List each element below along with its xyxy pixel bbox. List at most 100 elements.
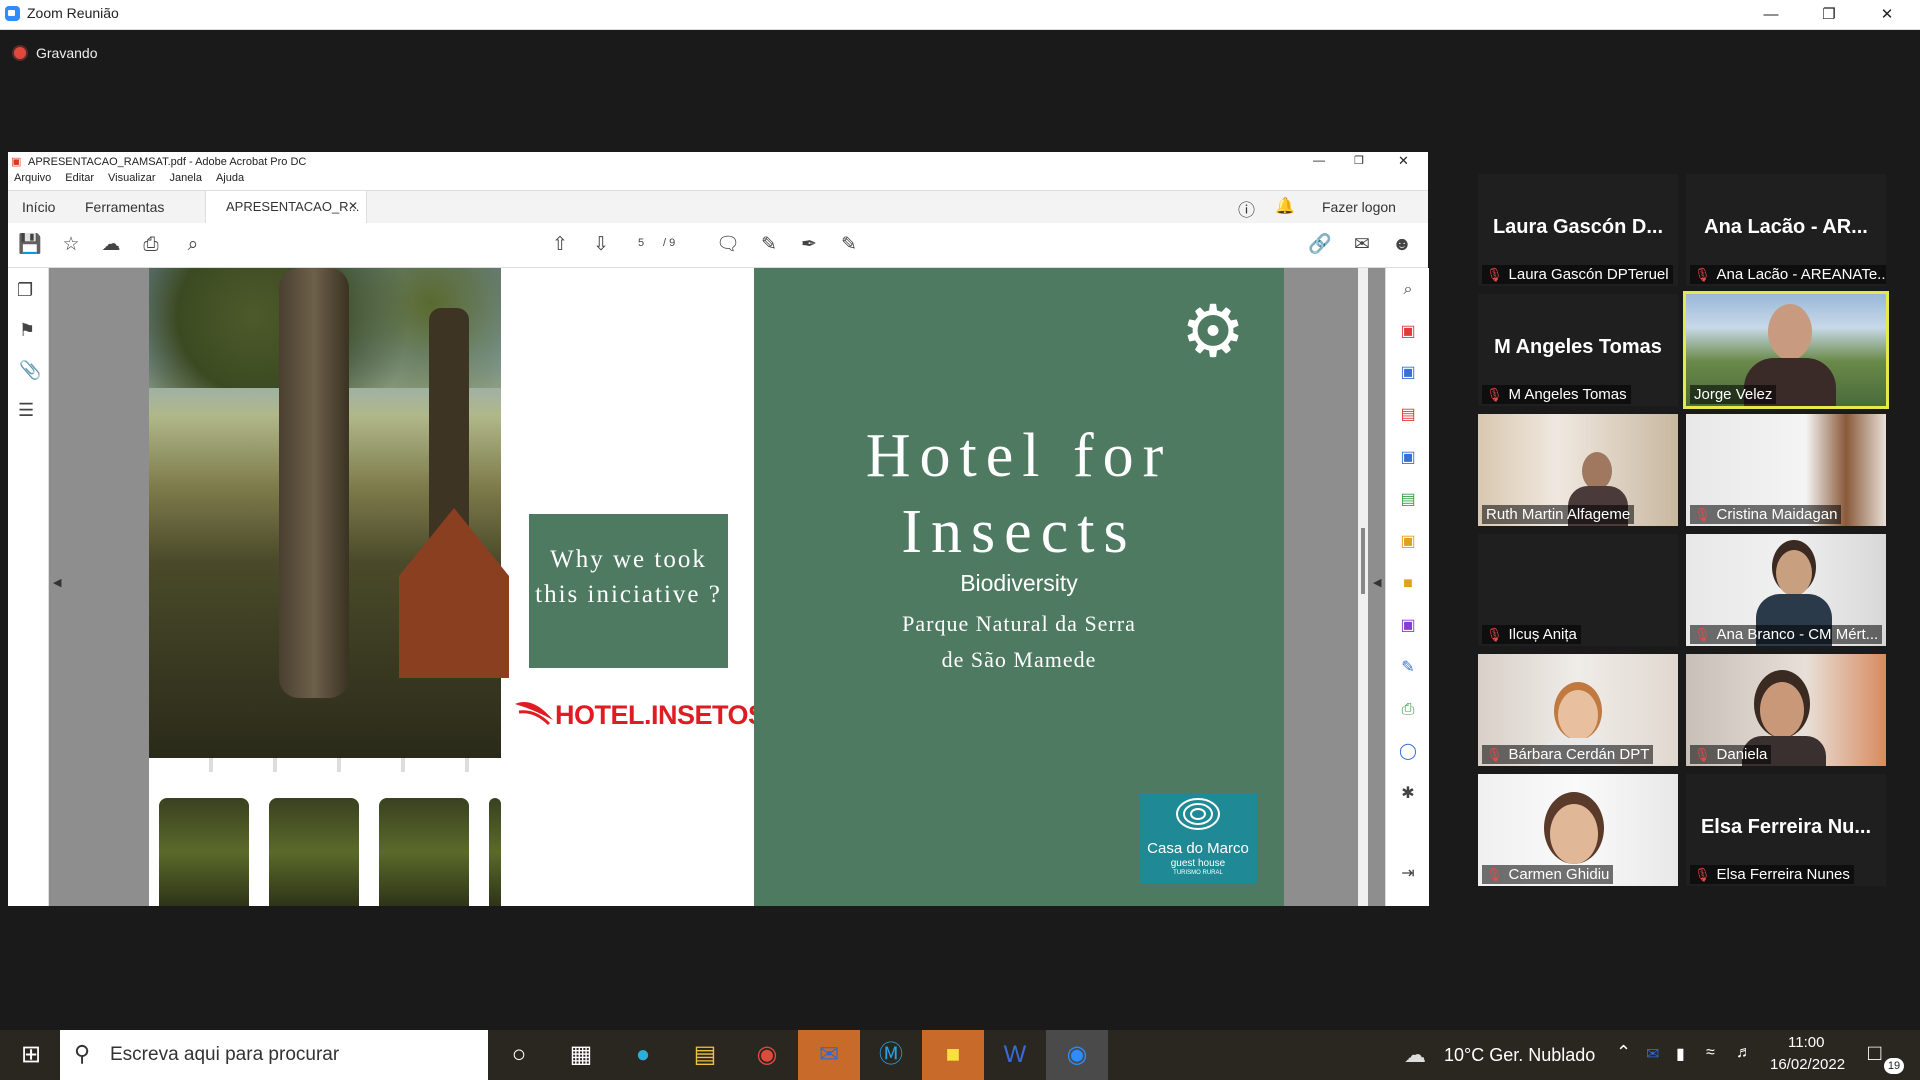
windows-start-icon[interactable]: ⊞ [0, 1030, 62, 1080]
gear-icon: ⚙ [1180, 292, 1246, 372]
collapse-left-icon[interactable]: ◀ [53, 576, 61, 589]
protect-icon[interactable]: ◯ [1398, 742, 1418, 762]
edit-pdf-icon[interactable]: ▤ [1398, 490, 1418, 510]
clock-date[interactable]: 16/02/2022 [1770, 1056, 1845, 1073]
participant-tile[interactable]: 🎙 Ilcuș Anița [1478, 534, 1678, 646]
chrome-icon[interactable]: ◉ [736, 1030, 798, 1080]
zoom-in-tool-icon[interactable]: ⌕ [1398, 280, 1418, 300]
zoom-taskbar-icon[interactable]: ◉ [1046, 1030, 1108, 1080]
help-icon[interactable]: ⓘ [1238, 196, 1255, 221]
scrollbar-thumb[interactable] [1361, 528, 1365, 594]
weather-cloud-icon[interactable]: ☁ [1404, 1042, 1426, 1068]
participant-tile[interactable]: 🎙 Ana Branco - CM Mért... [1686, 534, 1886, 646]
zoom-out-icon[interactable]: ⌕ [181, 233, 205, 257]
minimize-button[interactable]: — [1742, 0, 1800, 29]
document-viewport[interactable]: ◀ Why we took this iniciative ? HOTEL.IN… [49, 268, 1385, 906]
participant-tile[interactable]: M Angeles Tomas 🎙 M Angeles Tomas [1478, 294, 1678, 406]
page-number-input[interactable]: 5 [638, 237, 644, 249]
taskbar-search[interactable]: ⚲ Escreva aqui para procurar [60, 1030, 488, 1080]
wifi-icon[interactable]: ≈ [1706, 1044, 1715, 1062]
save-icon[interactable]: 💾 [18, 233, 42, 257]
expand-right-icon[interactable]: ◀ [1373, 576, 1381, 589]
participant-tile[interactable]: Ana Lacão - AR... 🎙 Ana Lacão - AREANATe.… [1686, 174, 1886, 286]
export-pdf-icon[interactable]: ▣ [1398, 363, 1418, 383]
participant-tile[interactable]: Ruth Martin Alfageme [1478, 414, 1678, 526]
next-page-icon[interactable]: ⇩ [589, 233, 613, 257]
participant-tile[interactable]: 🎙 Carmen Ghidiu [1478, 774, 1678, 886]
cortana-icon[interactable]: ○ [488, 1030, 550, 1080]
participant-tile[interactable]: Elsa Ferreira Nu... 🎙 Elsa Ferreira Nunes [1686, 774, 1886, 886]
menu-janela[interactable]: Janela [170, 172, 202, 184]
fill-sign-icon[interactable]: ▣ [1398, 532, 1418, 552]
collapse-panel-icon[interactable]: ⇥ [1398, 864, 1418, 884]
menu-visualizar[interactable]: Visualizar [108, 172, 156, 184]
participant-tile[interactable]: Laura Gascón D... 🎙 Laura Gascón DPTeruel [1478, 174, 1678, 286]
acrobat-window-title: APRESENTACAO_RAMSAT.pdf - Adobe Acrobat … [28, 156, 307, 168]
outlook-icon[interactable]: ✉ [798, 1030, 860, 1080]
comment-icon[interactable]: 🗨 [716, 233, 740, 257]
tray-outlook-icon[interactable]: ✉ [1646, 1044, 1659, 1064]
word-icon[interactable]: W [984, 1030, 1046, 1080]
pen-icon[interactable]: ✎ [757, 233, 781, 257]
participant-name-label: 🎙 M Angeles Tomas [1482, 385, 1631, 404]
file-explorer-icon[interactable]: ▤ [674, 1030, 736, 1080]
battery-icon[interactable]: ▮ [1676, 1044, 1685, 1064]
hotel-insetos-text: HOTEL.INSETOS [555, 700, 766, 730]
search-input[interactable]: Escreva aqui para procurar [110, 1044, 339, 1066]
acrobat-close-button[interactable]: ✕ [1398, 153, 1409, 169]
acrobat-restore-button[interactable]: ❐ [1354, 154, 1364, 167]
pages-icon[interactable]: ❐ [17, 280, 33, 301]
organize-pages-icon[interactable]: ▤ [1398, 405, 1418, 425]
signature-icon[interactable]: ✎ [1398, 658, 1418, 678]
menu-editar[interactable]: Editar [65, 172, 94, 184]
close-button[interactable]: ✕ [1858, 0, 1916, 29]
tab-document[interactable]: APRESENTACAO_R... ✕ [205, 191, 367, 223]
comment-tool-icon[interactable]: ■ [1398, 574, 1418, 594]
acrobat-minimize-button[interactable]: — [1313, 153, 1325, 167]
sign-icon[interactable]: ✒ [797, 233, 821, 257]
add-user-icon[interactable]: ☻ [1390, 233, 1414, 257]
skype-icon[interactable]: Ⓜ [860, 1030, 922, 1080]
menu-ajuda[interactable]: Ajuda [216, 172, 244, 184]
recording-indicator[interactable]: Gravando [14, 45, 97, 61]
vertical-scrollbar[interactable] [1358, 268, 1368, 906]
attachment-icon[interactable]: 📎 [19, 360, 41, 381]
stamp-icon[interactable]: ✎ [837, 233, 861, 257]
notifications-icon[interactable]: □ [1868, 1040, 1881, 1066]
clock-time[interactable]: 11:00 [1788, 1034, 1824, 1051]
muted-mic-icon: 🎙 [1486, 747, 1503, 762]
bell-icon[interactable]: 🔔 [1275, 196, 1295, 216]
more-tools-icon[interactable]: ✱ [1398, 784, 1418, 804]
sticky-notes-icon[interactable]: ■ [922, 1030, 984, 1080]
enhance-scans-icon[interactable]: ▣ [1398, 448, 1418, 468]
task-view-icon[interactable]: ▦ [550, 1030, 612, 1080]
star-icon[interactable]: ☆ [59, 233, 83, 257]
tab-ferramentas[interactable]: Ferramentas [85, 199, 164, 215]
upload-cloud-icon[interactable]: ☁ [99, 233, 123, 257]
tray-chevron-icon[interactable]: ⌃ [1616, 1042, 1631, 1063]
prev-page-icon[interactable]: ⇧ [548, 233, 572, 257]
participant-name-label: 🎙 Ana Branco - CM Mért... [1690, 625, 1883, 644]
document-icon[interactable]: ▣ [1398, 616, 1418, 636]
volume-icon[interactable]: ♬ [1736, 1044, 1752, 1062]
create-pdf-icon[interactable]: ▣ [1398, 322, 1418, 342]
participant-tile[interactable]: 🎙 Daniela [1686, 654, 1886, 766]
layers-icon[interactable]: ☰ [18, 400, 34, 421]
participant-tile[interactable]: 🎙 Cristina Maidagan [1686, 414, 1886, 526]
participant-tile-active-speaker[interactable]: Jorge Velez [1683, 291, 1889, 409]
participant-tile[interactable]: 🎙 Bárbara Cerdán DPT [1478, 654, 1678, 766]
print-icon[interactable]: ⎙ [139, 233, 163, 257]
print-production-icon[interactable]: ⎙ [1398, 700, 1418, 720]
login-link[interactable]: Fazer logon [1322, 199, 1396, 215]
tab-inicio[interactable]: Início [22, 199, 55, 215]
tab-document-label: APRESENTACAO_R... [226, 199, 360, 214]
edge-icon[interactable]: ● [612, 1030, 674, 1080]
tab-close-icon[interactable]: ✕ [348, 199, 358, 213]
menu-arquivo[interactable]: Arquivo [14, 172, 51, 184]
muted-mic-icon: 🎙 [1694, 267, 1711, 282]
email-icon[interactable]: ✉ [1350, 233, 1374, 257]
weather-text[interactable]: 10°C Ger. Nublado [1444, 1045, 1595, 1066]
link-icon[interactable]: 🔗 [1308, 233, 1332, 257]
restore-button[interactable]: ❐ [1800, 0, 1858, 29]
bookmark-icon[interactable]: ⚑ [19, 320, 35, 341]
